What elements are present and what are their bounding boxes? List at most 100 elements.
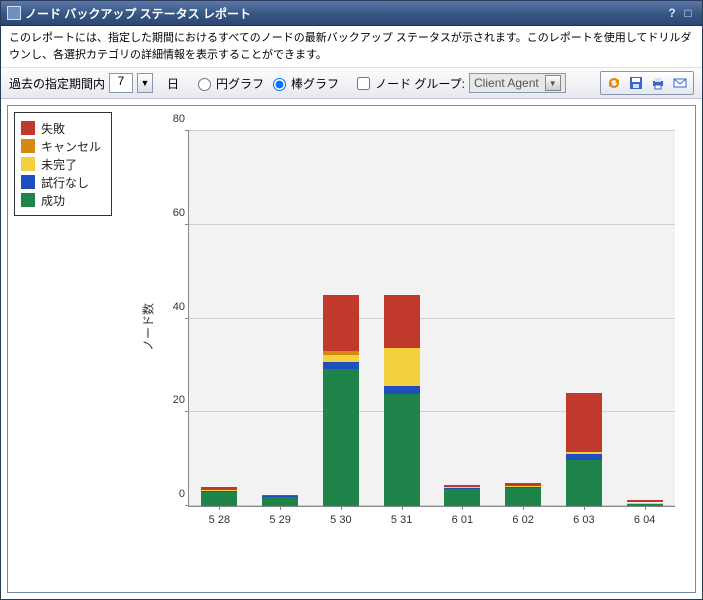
y-tick-label: 80 xyxy=(161,113,185,125)
bar-column[interactable] xyxy=(627,459,663,506)
bar-segment-incomplete[interactable] xyxy=(262,495,298,496)
bar-segment-failure[interactable] xyxy=(201,487,237,490)
bar-segment-failure[interactable] xyxy=(262,495,298,496)
bar-segment-noattempt[interactable] xyxy=(201,491,237,492)
period-value-input[interactable]: 7 xyxy=(109,73,133,93)
print-icon[interactable] xyxy=(648,73,668,93)
maximize-icon[interactable]: □ xyxy=(680,5,696,21)
report-icon xyxy=(7,6,21,20)
radio-pie-input[interactable] xyxy=(198,78,211,91)
bar-segment-success[interactable] xyxy=(444,489,480,506)
bar-column[interactable] xyxy=(566,300,602,506)
y-axis-label: ノード数 xyxy=(140,302,157,350)
nodegroup-checkbox-input[interactable] xyxy=(357,77,370,90)
legend-swatch xyxy=(21,121,35,135)
help-icon[interactable]: ? xyxy=(664,5,680,21)
bar-segment-failure[interactable] xyxy=(566,393,602,452)
legend: 失敗キャンセル未完了試行なし成功 xyxy=(14,112,112,216)
y-tick-mark xyxy=(185,318,189,319)
x-tick-label: 5 28 xyxy=(189,514,249,526)
bar-segment-incomplete[interactable] xyxy=(323,355,359,362)
bar-segment-noattempt[interactable] xyxy=(444,488,480,489)
mail-icon[interactable] xyxy=(670,73,690,93)
bar-segment-failure[interactable] xyxy=(627,500,663,502)
save-icon[interactable] xyxy=(626,73,646,93)
legend-item-incomplete: 未完了 xyxy=(21,155,101,173)
y-tick-mark xyxy=(185,224,189,225)
period-label: 過去の指定期間内 xyxy=(9,75,105,92)
legend-item-success: 成功 xyxy=(21,191,101,209)
bar-segment-incomplete[interactable] xyxy=(201,490,237,491)
nodegroup-value: Client Agent xyxy=(474,76,539,90)
x-tick-mark xyxy=(280,506,281,510)
bar-column[interactable] xyxy=(262,440,298,506)
x-tick-mark xyxy=(523,506,524,510)
bar-segment-cancel[interactable] xyxy=(323,351,359,355)
bar-segment-incomplete[interactable] xyxy=(566,452,602,455)
bar-column[interactable] xyxy=(505,412,541,506)
bar-column[interactable] xyxy=(201,422,237,506)
app-window: ノード バックアップ ステータス レポート ? □ このレポートには、指定した期… xyxy=(0,0,703,600)
legend-item-failure: 失敗 xyxy=(21,119,101,137)
bar-segment-incomplete[interactable] xyxy=(384,348,420,387)
bar-segment-failure[interactable] xyxy=(323,295,359,351)
y-tick-label: 20 xyxy=(161,394,185,406)
nodegroup-select[interactable]: Client Agent ▼ xyxy=(469,73,566,93)
radio-pie-label: 円グラフ xyxy=(216,75,264,92)
gridline xyxy=(189,130,675,131)
bar-segment-incomplete[interactable] xyxy=(505,486,541,487)
radio-bar[interactable]: 棒グラフ xyxy=(268,75,339,92)
bar-segment-failure[interactable] xyxy=(444,485,480,487)
legend-swatch xyxy=(21,157,35,171)
bar-column[interactable] xyxy=(444,417,480,506)
chart-container: 失敗キャンセル未完了試行なし成功 ノード数 0204060805 285 295… xyxy=(1,99,702,599)
bar-segment-failure[interactable] xyxy=(384,295,420,348)
legend-item-cancel: キャンセル xyxy=(21,137,101,155)
bar-column[interactable] xyxy=(323,225,359,506)
bar-segment-success[interactable] xyxy=(627,504,663,506)
bar-segment-success[interactable] xyxy=(384,394,420,507)
x-tick-label: 6 01 xyxy=(432,514,492,526)
legend-swatch xyxy=(21,175,35,189)
bar-segment-noattempt[interactable] xyxy=(505,487,541,488)
bar-segment-success[interactable] xyxy=(323,369,359,506)
gridline xyxy=(189,411,675,412)
x-tick-mark xyxy=(645,506,646,510)
chart-border: 失敗キャンセル未完了試行なし成功 ノード数 0204060805 285 295… xyxy=(7,105,696,593)
bar-segment-success[interactable] xyxy=(566,460,602,506)
legend-item-noattempt: 試行なし xyxy=(21,173,101,191)
nodegroup-checkbox[interactable]: ノード グループ: xyxy=(353,74,465,93)
refresh-icon[interactable] xyxy=(604,73,624,93)
bar-segment-incomplete[interactable] xyxy=(627,503,663,505)
bar-segment-failure[interactable] xyxy=(505,483,541,487)
radio-pie[interactable]: 円グラフ xyxy=(193,75,264,92)
x-tick-label: 6 03 xyxy=(554,514,614,526)
y-tick-mark xyxy=(185,505,189,506)
x-tick-label: 5 29 xyxy=(250,514,310,526)
y-tick-label: 40 xyxy=(161,301,185,313)
legend-swatch xyxy=(21,139,35,153)
x-tick-mark xyxy=(462,506,463,510)
gridline xyxy=(189,318,675,319)
bar-segment-noattempt[interactable] xyxy=(384,386,420,393)
bar-segment-success[interactable] xyxy=(201,492,237,506)
period-dropdown-icon[interactable]: ▼ xyxy=(137,73,153,93)
radio-bar-input[interactable] xyxy=(273,78,286,91)
radio-bar-label: 棒グラフ xyxy=(291,75,339,92)
y-tick-label: 0 xyxy=(161,488,185,500)
bar-segment-noattempt[interactable] xyxy=(262,496,298,497)
legend-label: 未完了 xyxy=(41,156,77,173)
report-description: このレポートには、指定した期間におけるすべてのノードの最新バックアップ ステータ… xyxy=(1,26,702,68)
y-tick-label: 60 xyxy=(161,207,185,219)
toolbar: 過去の指定期間内 7 ▼ 日 円グラフ 棒グラフ ノード グループ: Clien… xyxy=(1,68,702,99)
x-tick-mark xyxy=(402,506,403,510)
bar-segment-success[interactable] xyxy=(505,488,541,506)
bar-segment-noattempt[interactable] xyxy=(566,454,602,459)
toolbar-actions xyxy=(600,71,694,95)
x-tick-mark xyxy=(584,506,585,510)
bar-column[interactable] xyxy=(384,225,420,506)
bar-segment-incomplete[interactable] xyxy=(444,487,480,488)
bar-segment-success[interactable] xyxy=(262,497,298,506)
day-unit-label: 日 xyxy=(167,75,179,92)
bar-segment-noattempt[interactable] xyxy=(323,362,359,369)
